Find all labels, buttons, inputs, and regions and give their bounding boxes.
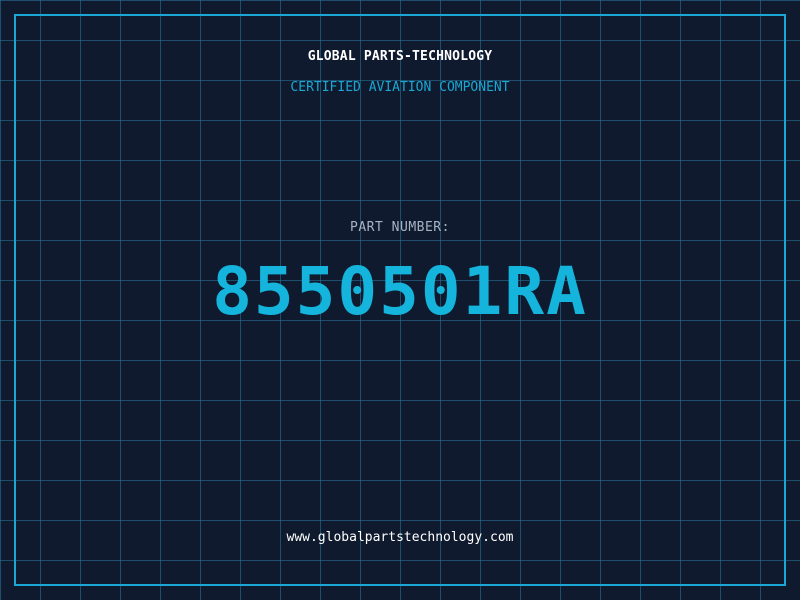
part-number-label: PART NUMBER: [350, 220, 450, 235]
part-number-value: 8550501RA [212, 253, 588, 330]
website-link[interactable]: www.globalpartstechnology.com [0, 530, 800, 545]
certification-subtitle: CERTIFIED AVIATION COMPONENT [290, 80, 510, 95]
company-name: GLOBAL PARTS-TECHNOLOGY [307, 49, 493, 64]
